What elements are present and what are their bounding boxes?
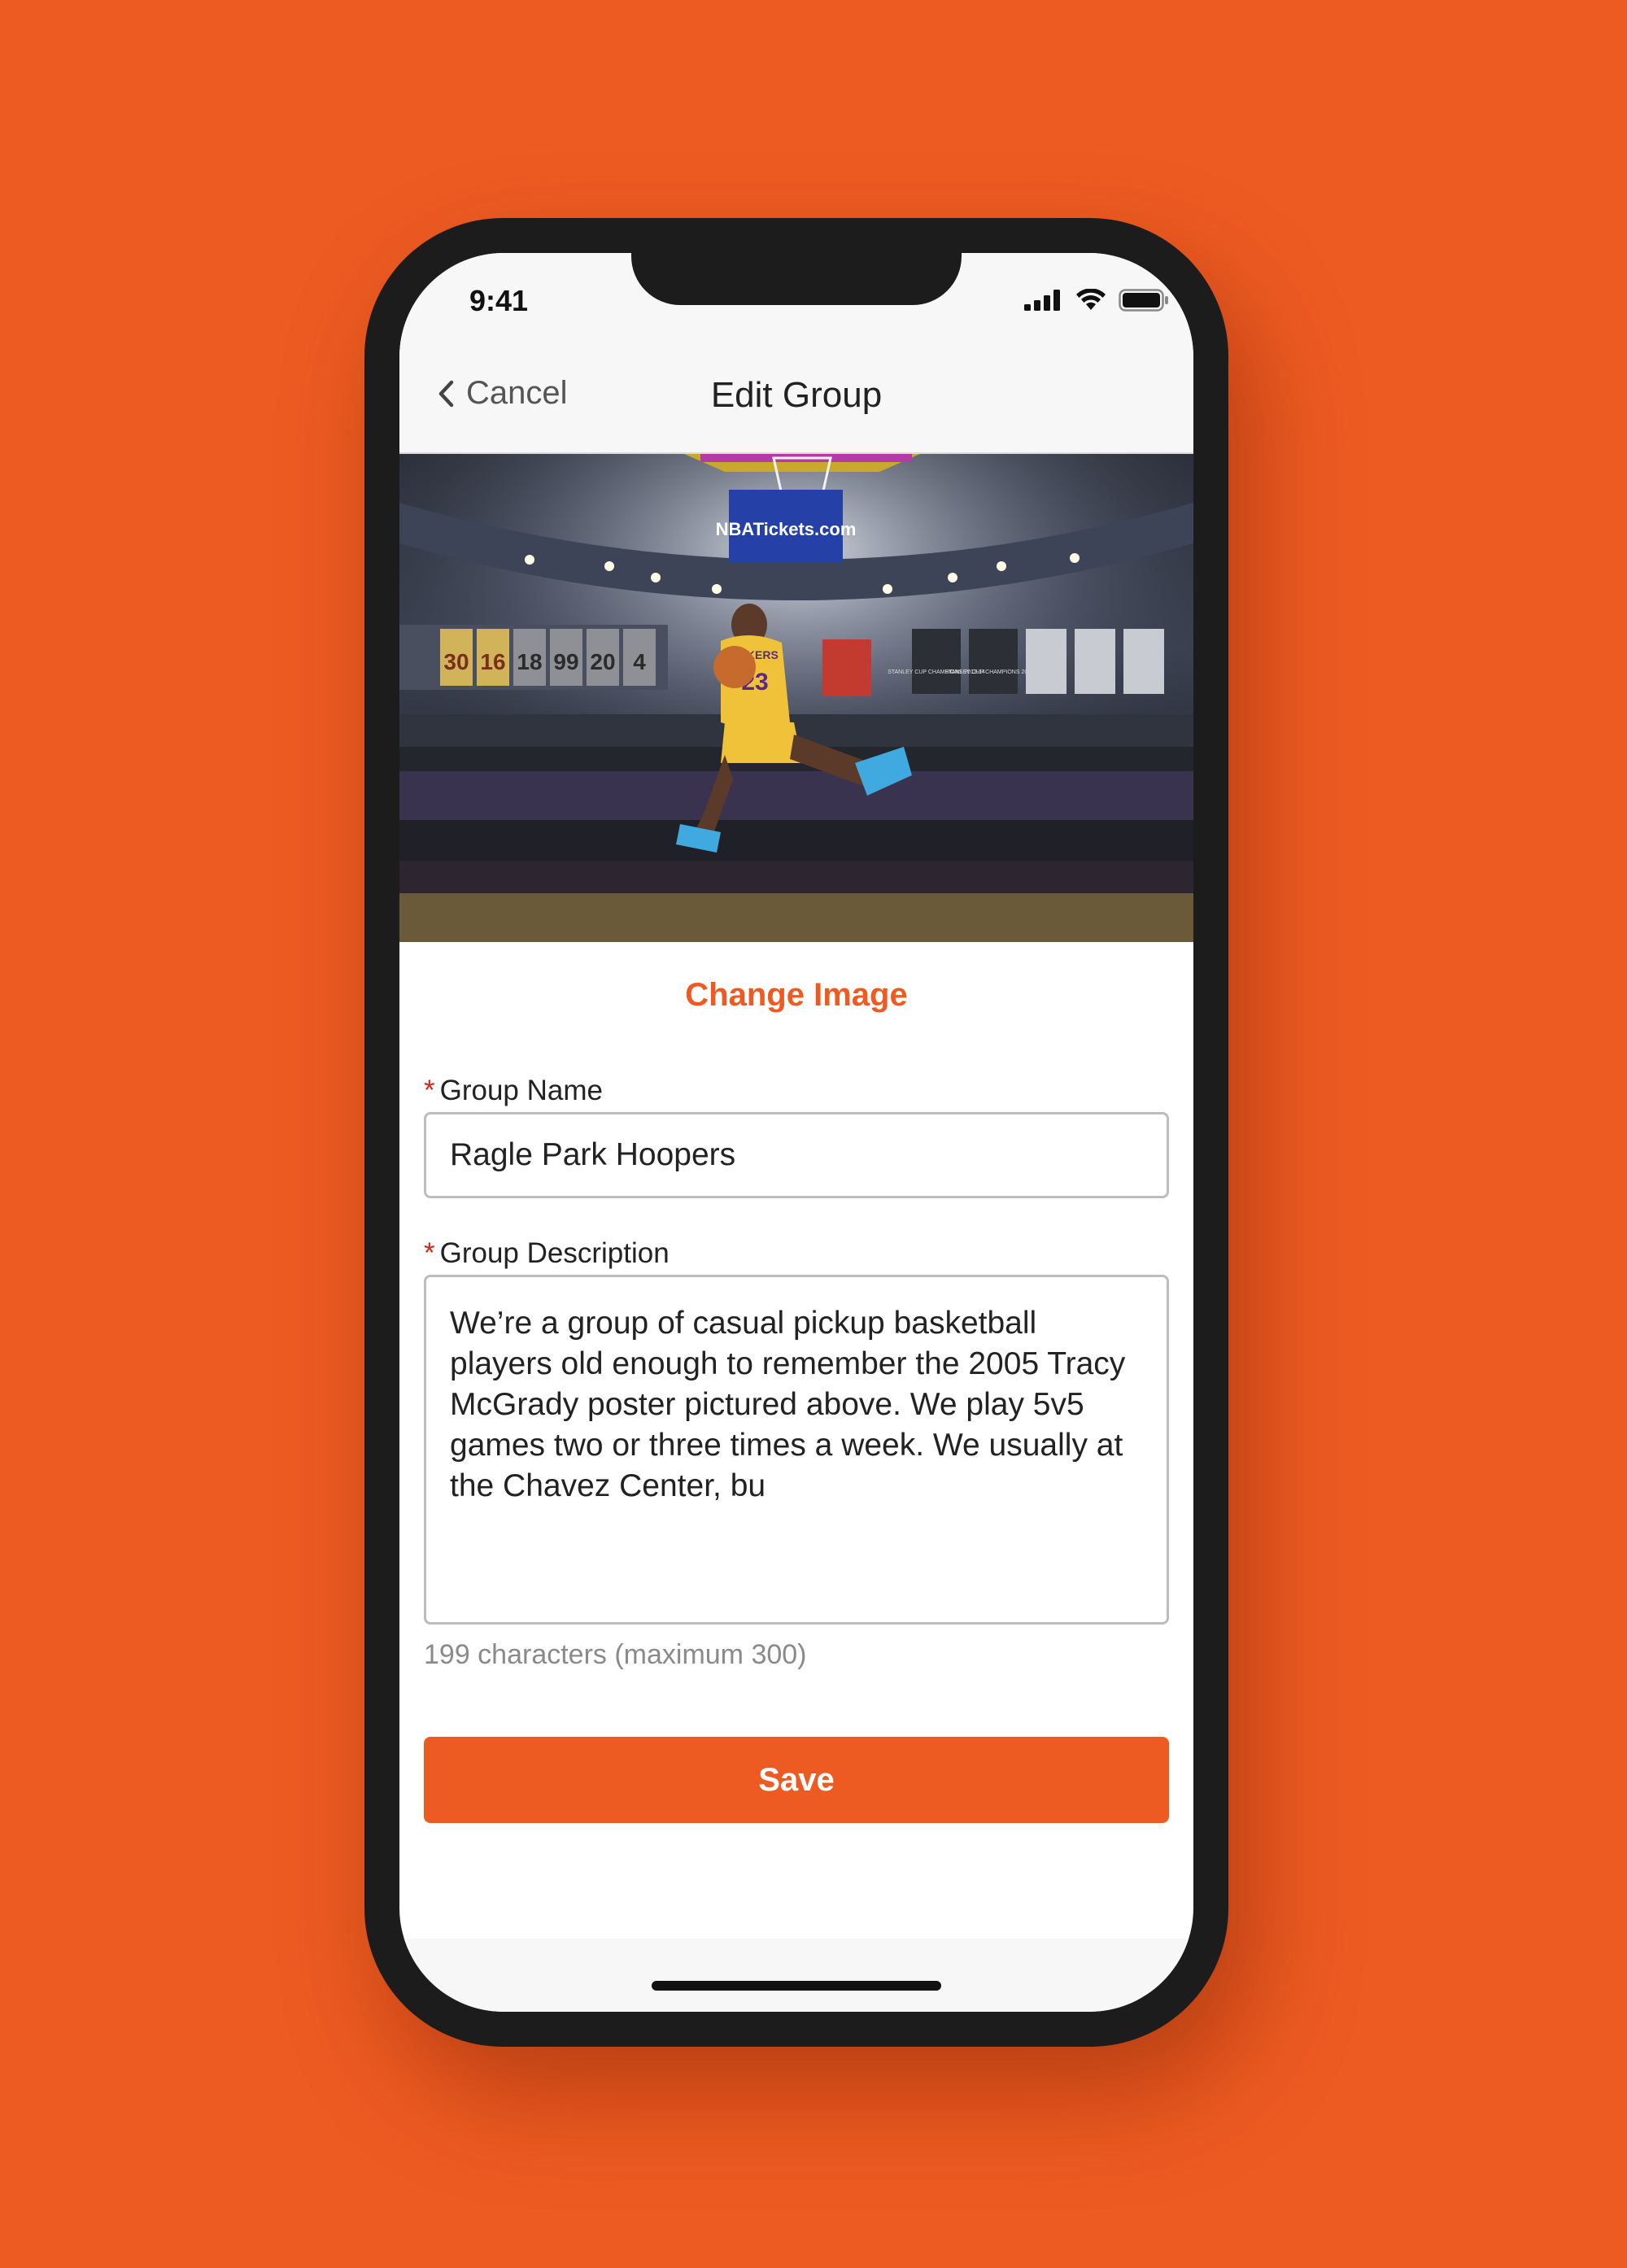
page-title: Edit Group <box>710 375 883 415</box>
phone-screen: 9:41 Cancel Edit Group NBATickets.com 30… <box>399 253 1193 2012</box>
change-image-button[interactable]: Change Image <box>399 977 1193 1014</box>
group-cover-image: NBATickets.com 30 16 18 99 20 4 STANLEY … <box>399 454 1193 942</box>
group-description-textarea[interactable]: We’re a group of casual pickup basketbal… <box>424 1275 1169 1625</box>
arena-photo: NBATickets.com 30 16 18 99 20 4 STANLEY … <box>399 454 1193 942</box>
group-name-input[interactable]: Ragle Park Hoopers <box>424 1112 1169 1198</box>
retired-number: 30 <box>443 649 469 674</box>
signal-icon <box>1024 290 1060 311</box>
retired-number: 20 <box>590 649 615 674</box>
required-marker: * <box>424 1075 435 1106</box>
required-marker: * <box>424 1237 435 1269</box>
group-name-label-text: Group Name <box>439 1075 603 1106</box>
status-icons <box>1024 289 1169 312</box>
wifi-icon <box>1076 289 1106 310</box>
group-name-value: Ragle Park Hoopers <box>450 1137 736 1172</box>
group-description-label-text: Group Description <box>439 1237 670 1269</box>
retired-number: 99 <box>553 649 578 674</box>
bottom-safe-area <box>399 1939 1193 2012</box>
group-description-value: We’re a group of casual pickup basketbal… <box>450 1306 1126 1503</box>
retired-number: 4 <box>633 649 646 674</box>
retired-number: 18 <box>517 649 542 674</box>
banner-text: NBATickets.com <box>716 519 857 539</box>
retired-number: 16 <box>480 649 505 674</box>
phone-frame: 9:41 Cancel Edit Group NBATickets.com 30… <box>364 218 1228 2047</box>
battery-icon <box>1119 289 1168 312</box>
notch <box>631 253 962 305</box>
status-time: 9:41 <box>469 284 529 317</box>
group-name-label: * Group Name <box>424 1075 603 1107</box>
save-button[interactable]: Save <box>424 1737 1169 1823</box>
retired-number-banners: 30 16 18 99 20 4 <box>399 625 668 690</box>
character-count: 199 characters (maximum 300) <box>424 1639 807 1670</box>
home-indicator <box>652 1981 941 1991</box>
save-button-label: Save <box>758 1761 835 1798</box>
nav-bar: Cancel Edit Group <box>399 342 1193 454</box>
group-description-label: * Group Description <box>424 1237 670 1270</box>
